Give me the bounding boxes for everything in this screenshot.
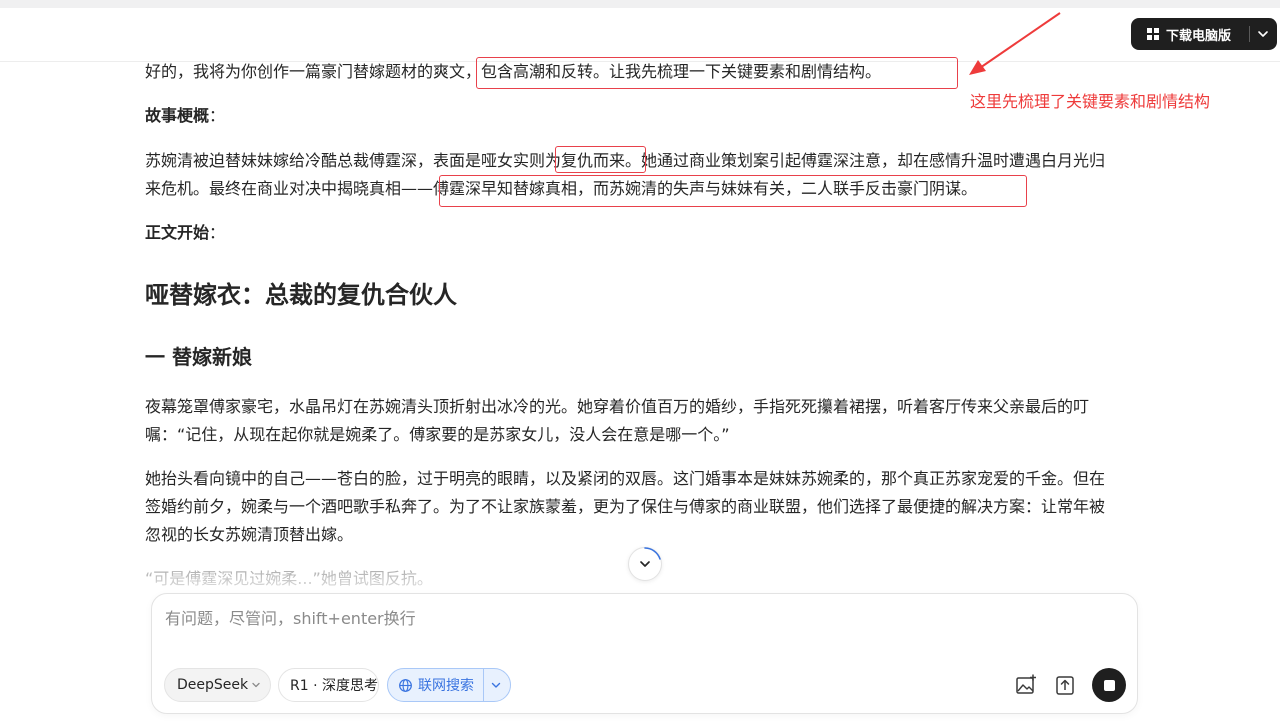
loading-ring-icon (644, 547, 661, 560)
story-paragraph: 夜幕笼罩傅家豪宅，水晶吊灯在苏婉清头顶折射出冰冷的光。她穿着价值百万的婚纱，手指… (145, 393, 1089, 449)
upload-icon[interactable] (1052, 672, 1078, 698)
annotation-note: 这里先梳理了关键要素和剧情结构 (970, 92, 1211, 111)
annotation-arrow-icon (969, 12, 1061, 75)
deep-think-toggle[interactable]: R1 · 深度思考 (278, 668, 379, 702)
summary-colon: ： (209, 106, 226, 125)
chevron-down-icon[interactable] (1254, 25, 1272, 43)
body-colon: ： (209, 223, 226, 242)
story-line: 夜幕笼罩傅家豪宅，水晶吊灯在苏婉清头顶折射出冰冷的光。她穿着价值百万的婚纱，手指… (145, 397, 1090, 416)
composer: DeepSeek R1 · 深度思考 联网搜索 (151, 593, 1138, 714)
chevron-down-icon (252, 682, 260, 688)
story-line: “可是傅霆深见过婉柔...”她曾试图反抗。 (145, 569, 433, 588)
stop-generation-button[interactable] (1092, 668, 1126, 702)
message-input[interactable] (165, 606, 1065, 630)
top-strip (0, 0, 1280, 8)
windows-icon (1147, 28, 1159, 40)
scroll-to-bottom-button[interactable] (628, 547, 662, 581)
story-line: 嘱：“记住，从现在起你就是婉柔了。傅家要的是苏家女儿，没人会在意是哪一个。” (145, 425, 730, 444)
annotation-box-truth (439, 175, 1027, 207)
body-label: 正文开始 (145, 223, 210, 242)
stop-icon (1103, 679, 1115, 691)
model-label: DeepSeek (177, 677, 249, 693)
globe-icon (399, 678, 412, 692)
image-add-icon[interactable] (1013, 672, 1039, 698)
download-desktop-button[interactable]: 下载电脑版 (1131, 18, 1277, 50)
chapter-title: 一 替嫁新娘 (145, 345, 252, 369)
annotation-box-intro (476, 57, 958, 89)
story-line: 忽视的长女苏婉清顶替出嫁。 (145, 525, 354, 544)
download-label: 下载电脑版 (1166, 28, 1232, 44)
summary-heading: 故事梗概： (145, 102, 225, 130)
story-paragraph: “可是傅霆深见过婉柔...”她曾试图反抗。 (145, 565, 433, 593)
download-separator (1249, 26, 1250, 42)
web-search-toggle[interactable]: 联网搜索 (387, 668, 511, 702)
story-title: 哑替嫁衣：总裁的复仇合伙人 (145, 281, 457, 309)
story-line: 她抬头看向镜中的自己——苍白的脸，过于明亮的眼睛，以及紧闭的双唇。这门婚事本是妹… (145, 469, 1106, 488)
model-selector[interactable]: DeepSeek (164, 668, 271, 702)
story-paragraph: 她抬头看向镜中的自己——苍白的脸，过于明亮的眼睛，以及紧闭的双唇。这门婚事本是妹… (145, 465, 1105, 549)
chevron-down-icon[interactable] (489, 678, 503, 692)
annotation-box-revenge (555, 146, 646, 173)
search-divider (483, 669, 484, 701)
think-label: R1 · 深度思考 (290, 678, 378, 694)
search-label: 联网搜索 (418, 678, 474, 694)
body-heading: 正文开始： (145, 219, 225, 247)
summary-label: 故事梗概 (145, 106, 210, 125)
story-line: 签婚约前夕，婉柔与一个酒吧歌手私奔了。为了不让家族蒙羞，更为了保住与傅家的商业联… (145, 497, 1106, 516)
